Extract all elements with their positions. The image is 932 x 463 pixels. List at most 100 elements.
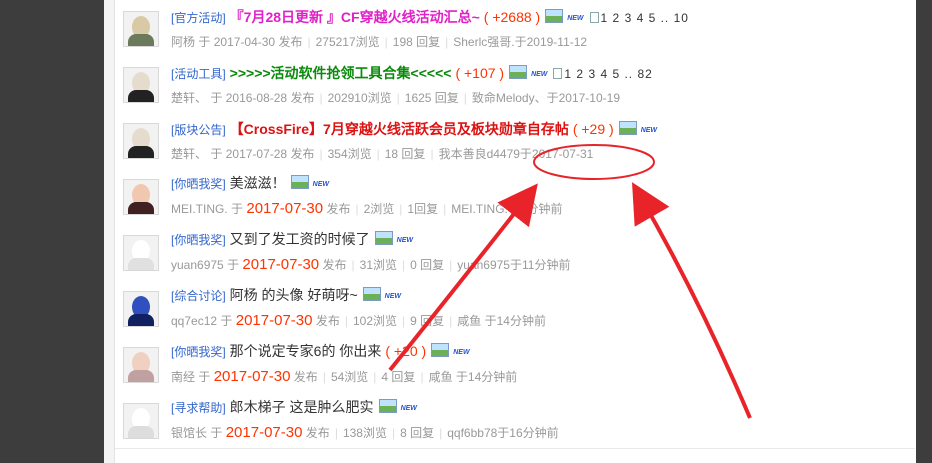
thread-title-link[interactable]: 『7月28日更新 』CF穿越火线活动汇总~ — [230, 9, 480, 25]
last-reply[interactable]: qqf6bb78于16分钟前 — [447, 426, 558, 440]
date-prefix: 于 — [198, 35, 211, 49]
thread-author[interactable]: 南经 — [171, 370, 195, 384]
separator: | — [449, 314, 453, 328]
new-icon: NEW — [400, 405, 417, 412]
avatar-body — [128, 370, 154, 382]
separator: | — [399, 202, 403, 216]
thread-title-link[interactable]: 郎木梯子 这是肿么肥实 — [230, 399, 374, 415]
thread-category[interactable]: [综合讨论] — [171, 289, 226, 303]
view-count: 54浏览 — [330, 370, 369, 384]
thread-row: [官方活动] 『7月28日更新 』CF穿越火线活动汇总~( +2688 ) NEW 1… — [115, 0, 915, 57]
post-date: 2016-08-28 — [225, 91, 288, 105]
avatar[interactable] — [123, 123, 159, 159]
page-links[interactable]: 1 2 3 4 5 .. 82 — [564, 67, 652, 81]
thread-author[interactable]: 楚轩、 — [171, 147, 207, 161]
reply-count: 4 回复 — [381, 370, 416, 384]
date-prefix: 于 — [227, 258, 240, 272]
thread-title-link[interactable]: 又到了发工资的时候了 — [230, 231, 370, 247]
image-icon — [374, 231, 393, 245]
reply-count: 198 回复 — [392, 35, 441, 49]
separator: | — [402, 314, 406, 328]
last-reply[interactable]: 致命Melody、于2017-10-19 — [472, 91, 620, 105]
separator: | — [319, 147, 323, 161]
thread-category[interactable]: [寻求帮助] — [171, 401, 226, 415]
thread-row: [版块公告] 【CrossFire】7月穿越火线活跃会员及板块勋章自存帖( +29… — [115, 112, 915, 169]
avatar-body — [128, 34, 154, 46]
thread-title-line: [你晒我奖] 那个说定专家6的 你出来( +20 ) NEW — [171, 341, 470, 361]
last-reply[interactable]: yuan6975于11分钟前 — [457, 258, 570, 272]
image-icon — [618, 121, 637, 135]
post-date: 2017-07-30 — [235, 312, 313, 329]
thread-author[interactable]: 楚轩、 — [171, 91, 207, 105]
avatar-body — [128, 314, 154, 326]
image-icon — [362, 287, 381, 301]
thread-title-link[interactable]: 美滋滋！ — [230, 175, 286, 191]
reply-count: 9 回复 — [410, 314, 445, 328]
date-prefix: 于 — [231, 202, 244, 216]
avatar[interactable] — [123, 11, 159, 47]
thread-author[interactable]: MEI.TING. — [171, 202, 228, 216]
thread-row: [活动工具] >>>>>活动软件抢领工具合集<<<<<( +107 ) NEW 1 2… — [115, 56, 915, 113]
last-reply[interactable]: 我本善良d4479于2017-07-31 — [439, 147, 594, 161]
avatar[interactable] — [123, 179, 159, 215]
thread-title-line: [官方活动] 『7月28日更新 』CF穿越火线活动汇总~( +2688 ) NEW 1… — [171, 7, 689, 27]
last-reply[interactable]: 咸鱼 于14分钟前 — [429, 370, 518, 384]
separator: | — [402, 258, 406, 272]
thread-category[interactable]: [版块公告] — [171, 123, 226, 137]
view-count: 202910浏览 — [327, 91, 392, 105]
avatar[interactable] — [123, 347, 159, 383]
thread-meta-line: 南经 于 2017-07-30 发布 | 54浏览 | 4 回复 | 咸鱼 于14分钟前 — [171, 368, 517, 385]
avatar[interactable] — [123, 67, 159, 103]
thread-title-link[interactable]: >>>>>活动软件抢领工具合集<<<<< — [230, 65, 452, 81]
separator: | — [307, 35, 311, 49]
posted-label: 发布 — [290, 91, 315, 105]
page-margin-right — [916, 0, 932, 463]
thread-meta-line: 楚轩、 于 2016-08-28 发布 | 202910浏览 | 1625 回复 | 致命M… — [171, 89, 620, 106]
reward-count: ( +2688 ) — [483, 9, 541, 25]
reward-count: ( +20 ) — [385, 343, 427, 359]
thread-category[interactable]: [你晒我奖] — [171, 345, 226, 359]
thread-meta-line: 阿杨 于 2017-04-30 发布 | 275217浏览 | 198 回复 | Sherl… — [171, 33, 587, 50]
page-links[interactable]: 1 2 3 4 5 .. 10 — [601, 11, 689, 25]
thread-author[interactable]: 银馆长 — [171, 426, 207, 440]
thread-category[interactable]: [活动工具] — [171, 67, 226, 81]
thread-title-line: [寻求帮助] 郎木梯子 这是肿么肥实 NEW — [171, 397, 417, 417]
separator: | — [322, 370, 326, 384]
date-prefix: 于 — [198, 370, 211, 384]
last-reply[interactable]: 咸鱼 于14分钟前 — [457, 314, 546, 328]
reply-count: 18 回复 — [384, 147, 426, 161]
thread-category[interactable]: [你晒我奖] — [171, 177, 226, 191]
thread-title-link[interactable]: 那个说定专家6的 你出来 — [230, 343, 382, 359]
last-reply[interactable]: Sherlc强哥.于2019-11-12 — [453, 35, 587, 49]
thread-category[interactable]: [你晒我奖] — [171, 233, 226, 247]
avatar[interactable] — [123, 235, 159, 271]
separator: | — [384, 35, 388, 49]
separator: | — [420, 370, 424, 384]
date-prefix: 于 — [220, 314, 233, 328]
image-icon — [431, 343, 450, 357]
thread-title-link[interactable]: 阿杨 的头像 好萌呀~ — [230, 287, 358, 303]
thread-row: [你晒我奖] 又到了发工资的时候了 NEW yuan6975 于 2017-07-30… — [115, 224, 915, 281]
reward-count: ( +29 ) — [572, 121, 614, 137]
thread-category[interactable]: [官方活动] — [171, 11, 226, 25]
posted-label: 发布 — [290, 147, 315, 161]
avatar[interactable] — [123, 403, 159, 439]
separator: | — [351, 258, 355, 272]
avatar[interactable] — [123, 291, 159, 327]
thread-author[interactable]: qq7ec12 — [171, 314, 217, 328]
thread-title-line: [你晒我奖] 美滋滋！ NEW — [171, 173, 329, 193]
separator: | — [445, 35, 449, 49]
thread-author[interactable]: 阿杨 — [171, 35, 195, 49]
new-icon: NEW — [640, 127, 658, 134]
separator: | — [334, 426, 338, 440]
thread-author[interactable]: yuan6975 — [171, 258, 224, 272]
image-icon — [378, 399, 397, 413]
thread-row: [寻求帮助] 郎木梯子 这是肿么肥实 NEW 银馆长 于 2017-07-30 发布 |… — [115, 392, 915, 449]
view-count: 275217浏览 — [315, 35, 380, 49]
posted-label: 发布 — [322, 258, 347, 272]
last-reply[interactable]: MEI.TING.于3分钟前 — [451, 202, 562, 216]
separator: | — [449, 258, 453, 272]
separator: | — [463, 91, 467, 105]
thread-title-link[interactable]: 【CrossFire】7月穿越火线活跃会员及板块勋章自存帖 — [230, 121, 569, 137]
thread-title-line: [综合讨论] 阿杨 的头像 好萌呀~ NEW — [171, 285, 401, 305]
